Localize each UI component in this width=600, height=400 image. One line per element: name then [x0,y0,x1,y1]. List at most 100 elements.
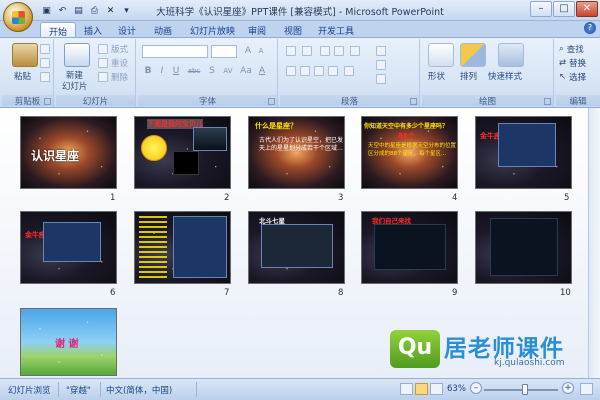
format-painter-icon[interactable] [40,72,50,82]
italic-button[interactable]: I [156,65,168,77]
align-left-icon[interactable] [286,66,296,76]
grow-font-button[interactable]: A [242,45,254,57]
find-label: 查找 [566,45,584,55]
tab-view[interactable]: 视图 [276,22,310,37]
char-spacing-button[interactable]: AV [220,65,236,77]
fit-window-button[interactable] [580,383,593,395]
tab-home[interactable]: 开始 [40,22,77,38]
slide-yellow-text-block [139,216,167,278]
shapes-icon[interactable] [428,43,454,67]
text-direction-icon[interactable] [376,46,386,56]
help-icon[interactable]: ? [584,22,596,34]
replace-button[interactable]: ⇄ 替换 [559,57,586,69]
layout-button[interactable]: 版式 [98,43,128,55]
slide-thumbnail-9[interactable]: 我们自己来找 [361,211,458,284]
slide-number: 7 [224,288,230,298]
shapes-label[interactable]: 形状 [428,70,445,82]
shadow-button[interactable]: S [206,65,218,77]
font-family-combo[interactable] [142,45,208,58]
arrange-icon[interactable] [460,43,486,67]
new-slide-icon[interactable] [64,43,90,67]
tab-review[interactable]: 审阅 [240,22,274,37]
star-map-image [374,224,446,270]
select-button[interactable]: ↖ 选择 [559,71,586,83]
cut-icon[interactable] [40,44,50,54]
line-spacing-icon[interactable] [350,46,360,56]
delete-button[interactable]: 删除 [98,71,128,83]
slide-thumbnail-6[interactable]: 金牛座 [20,211,117,284]
quick-styles-icon[interactable] [498,43,524,67]
columns-icon[interactable] [344,66,354,76]
decrease-indent-icon[interactable] [320,46,330,56]
zoom-in-button[interactable]: + [562,382,574,394]
slide-thumbnail-4[interactable]: 你知道天空中有多少个星座吗？ 88个 天空中的星座是根据天空分布的位置 区分成的… [361,116,458,189]
clipboard-launcher-icon[interactable] [44,98,51,105]
font-color-button[interactable]: A [256,65,268,77]
align-center-icon[interactable] [300,66,310,76]
slide-thumbnail-11[interactable]: 谢 谢 [20,308,117,376]
tab-insert[interactable]: 插入 [76,22,110,37]
new-slide-label-2[interactable]: 幻灯片 [62,80,88,92]
tab-design[interactable]: 设计 [110,22,144,37]
strikethrough-button[interactable]: abc [184,65,204,77]
window-title: 大班科学《认识星座》PPT课件 [兼容模式] - Microsoft Power… [156,7,444,18]
underline-button[interactable]: U [170,65,182,77]
numbering-icon[interactable] [302,46,312,56]
slide-thumbnail-2[interactable]: 下面是我的宝贝儿 [134,116,231,189]
arrange-label[interactable]: 排列 [460,70,477,82]
group-font: A A B I U abc S AV Aa A 字体 [138,39,278,107]
increase-indent-icon[interactable] [334,46,344,56]
slide-body-line: 天上的星星划分成若干个区域… [259,145,344,152]
smartart-icon[interactable] [376,74,386,84]
zoom-slider-thumb[interactable] [521,384,528,395]
copy-icon[interactable] [40,58,50,68]
tab-animation[interactable]: 动画 [146,22,180,37]
slide-number: 1 [110,193,116,203]
close-button[interactable]: ✕ [576,1,598,17]
reset-button[interactable]: 重设 [98,57,128,69]
moon-image [173,151,199,175]
zoom-level[interactable]: 63% [447,384,466,394]
slide-title: 谢 谢 [55,339,79,350]
slide-thumbnail-10[interactable] [475,211,572,284]
change-case-button[interactable]: Aa [238,65,254,77]
replace-icon: ⇄ [559,58,567,68]
replace-label: 替换 [569,59,587,69]
shrink-font-button[interactable]: A [255,45,267,57]
slideshow-view-button[interactable] [430,383,443,395]
status-language[interactable]: 中文(简体，中国) [106,384,172,396]
normal-view-button[interactable] [400,383,413,395]
drawing-launcher-icon[interactable] [544,98,551,105]
sun-icon [141,135,167,161]
bullets-icon[interactable] [286,46,296,56]
tab-developer[interactable]: 开发工具 [310,22,362,37]
paste-label[interactable]: 粘贴 [14,70,31,82]
slide-thumbnail-5[interactable]: 金牛座 [475,116,572,189]
find-button[interactable]: ⌕ 查找 [559,43,584,55]
font-size-combo[interactable] [211,45,237,58]
slide-sorter-view-button[interactable] [415,383,428,395]
window-controls: – □ ✕ [530,1,598,17]
align-text-icon[interactable] [376,60,386,70]
slide-title: 什么是星座？ [255,122,297,130]
bold-button[interactable]: B [142,65,154,77]
font-launcher-icon[interactable] [268,98,275,105]
watermark-url: kj.qulaoshi.com [494,358,565,368]
maximize-button[interactable]: □ [553,1,575,17]
tab-slideshow[interactable]: 幻灯片放映 [182,22,243,37]
quick-styles-label[interactable]: 快速样式 [488,70,522,82]
slide-thumbnail-3[interactable]: 什么是星座？ 古代人们为了认识星空，把已发 天上的星星划分成若干个区域… [248,116,345,189]
justify-icon[interactable] [328,66,338,76]
slide-thumbnail-1[interactable]: 认识星座 [20,116,117,189]
status-theme[interactable]: "穿越" [66,384,91,396]
slide-thumbnail-7[interactable] [134,211,231,284]
minimize-button[interactable]: – [530,1,552,17]
slide-thumbnail-8[interactable]: 北斗七星 [248,211,345,284]
group-label-editing: 编辑 [556,95,600,107]
office-button[interactable] [3,2,33,32]
align-right-icon[interactable] [314,66,324,76]
group-slides: 新建 幻灯片 版式 重设 删除 幻灯片 [56,39,136,107]
paste-icon[interactable] [12,43,38,67]
paragraph-launcher-icon[interactable] [410,98,417,105]
zoom-out-button[interactable]: – [470,382,482,394]
